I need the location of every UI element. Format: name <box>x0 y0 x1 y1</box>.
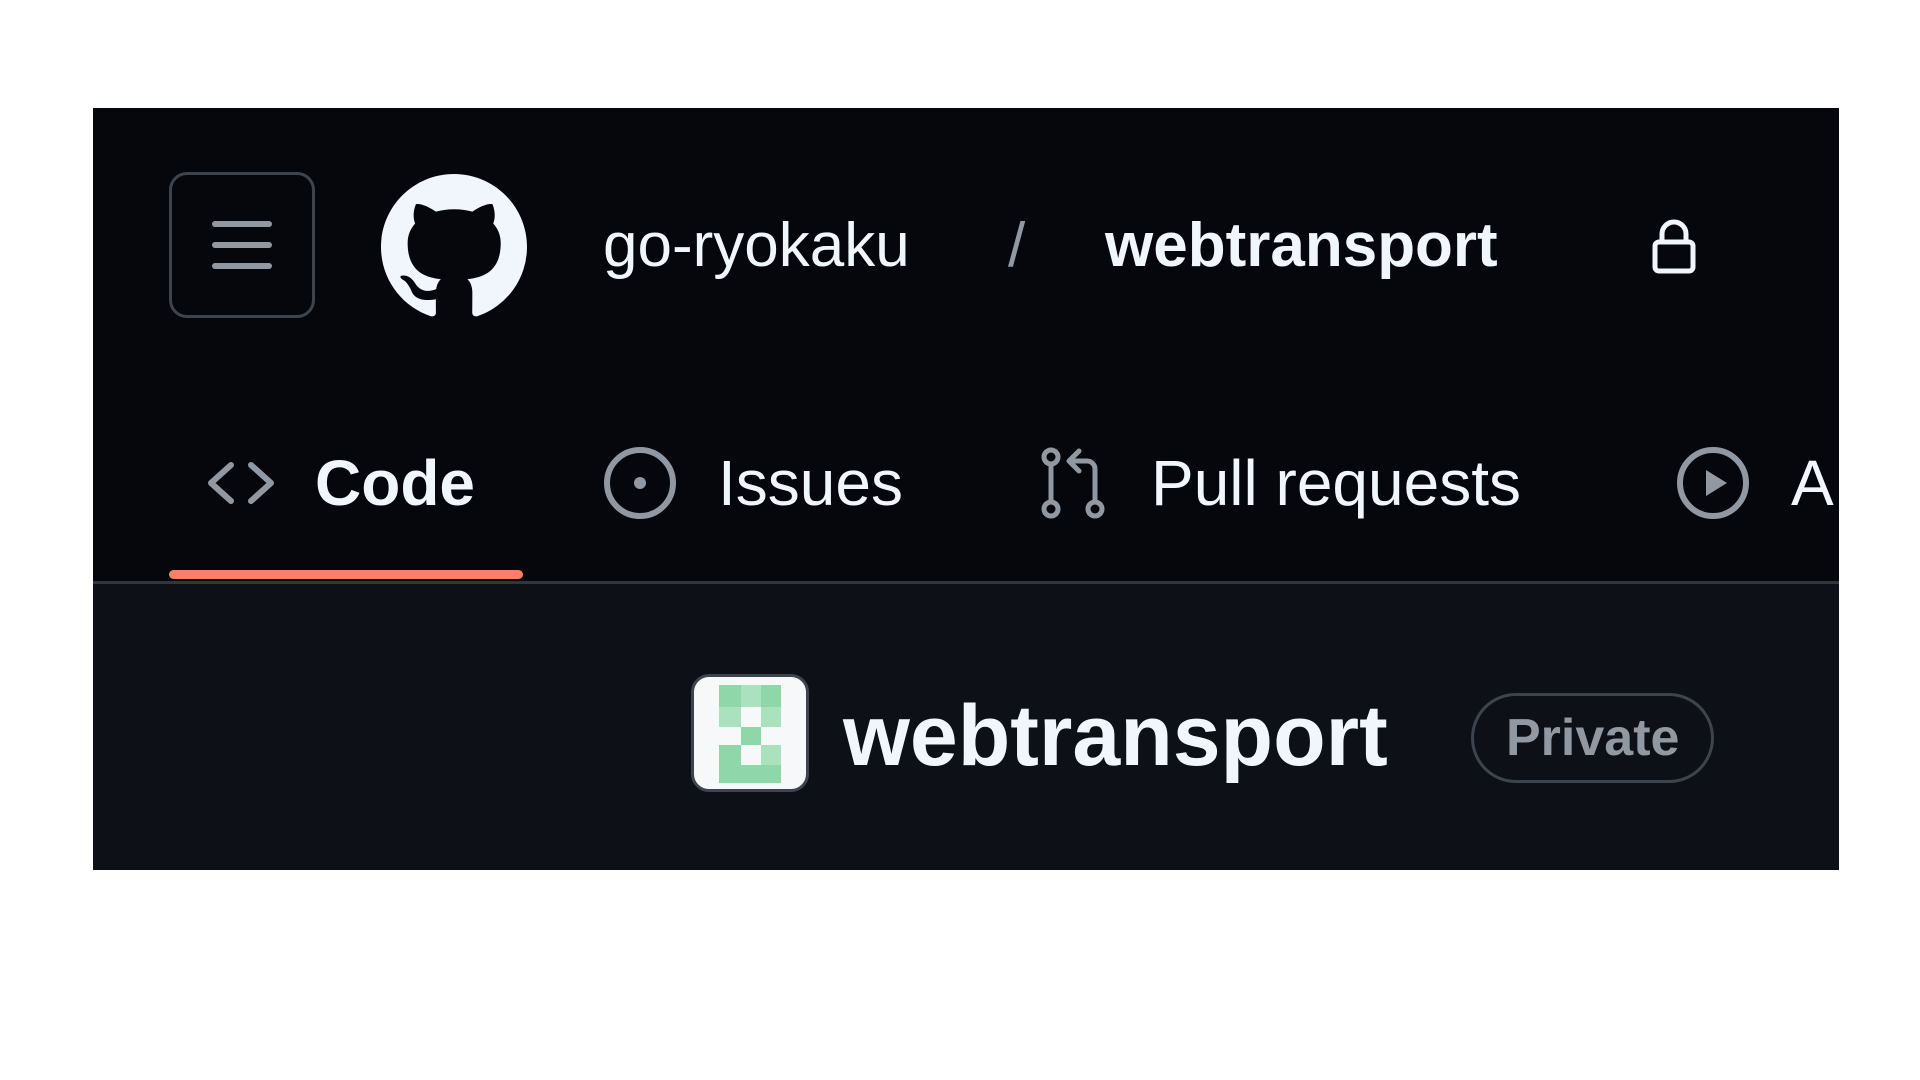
repo-owner-avatar[interactable] <box>691 674 809 792</box>
selected-tab-indicator <box>169 570 523 579</box>
tab-actions[interactable]: A <box>1673 428 1834 538</box>
tab-code-label: Code <box>315 447 475 519</box>
breadcrumb-repo-link[interactable]: webtransport <box>1105 206 1498 286</box>
hamburger-icon <box>212 221 272 269</box>
repo-nav-tabs: Code Issues Pull requests A <box>93 428 1839 578</box>
code-icon <box>208 462 274 504</box>
tab-actions-label: A <box>1791 447 1834 519</box>
breadcrumb-owner-link[interactable]: go-ryokaku <box>603 206 910 286</box>
repo-title-link[interactable]: webtransport <box>843 688 1388 784</box>
breadcrumb-separator: / <box>1008 211 1026 280</box>
issue-opened-icon <box>604 447 676 519</box>
repo-title-area: webtransport Private <box>93 584 1839 870</box>
lock-icon <box>1652 219 1696 274</box>
tab-issues-label: Issues <box>718 447 903 519</box>
tab-pull-requests-label: Pull requests <box>1151 447 1521 519</box>
tab-pull-requests[interactable]: Pull requests <box>1033 428 1521 538</box>
git-pull-request-icon <box>1041 447 1105 519</box>
github-mobile-repo-header: go-ryokaku / webtransport Code Issues Pu… <box>93 108 1839 870</box>
play-icon <box>1677 447 1749 519</box>
identicon-avatar <box>719 685 781 783</box>
tab-code[interactable]: Code <box>201 428 475 538</box>
global-header: go-ryokaku / webtransport Code Issues Pu… <box>93 108 1839 584</box>
github-mark-icon[interactable] <box>381 174 527 320</box>
menu-button[interactable] <box>169 172 315 318</box>
visibility-badge: Private <box>1471 693 1715 783</box>
tab-issues[interactable]: Issues <box>600 428 903 538</box>
